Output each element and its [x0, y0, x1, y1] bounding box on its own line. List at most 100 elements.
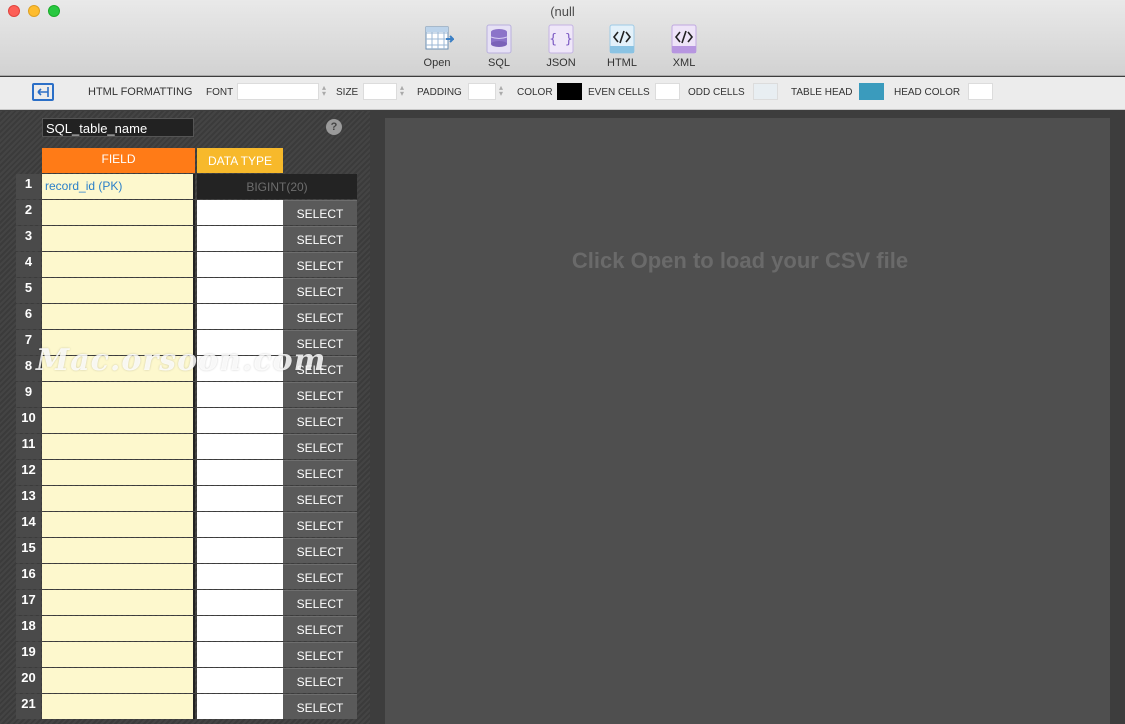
field-name-cell[interactable]	[42, 538, 195, 563]
data-type-cell[interactable]: BIGINT(20)	[197, 174, 357, 199]
toolbar-json-button[interactable]: { } JSON	[536, 24, 586, 69]
font-stepper-icon[interactable]: ▴ ▾	[322, 84, 326, 98]
data-type-cell[interactable]	[197, 460, 283, 485]
field-name-cell[interactable]	[42, 694, 195, 719]
size-label: SIZE	[336, 87, 359, 98]
table-row: 21 SELECT	[0, 694, 370, 720]
select-type-button[interactable]: SELECT	[283, 590, 357, 615]
field-name-cell[interactable]	[42, 330, 195, 355]
select-type-button[interactable]: SELECT	[283, 304, 357, 329]
data-type-cell[interactable]	[197, 408, 283, 433]
field-name-cell[interactable]	[42, 486, 195, 511]
toolbar-html-button[interactable]: HTML	[597, 24, 647, 69]
field-name-cell[interactable]	[42, 512, 195, 537]
select-type-button[interactable]: SELECT	[283, 486, 357, 511]
data-type-cell[interactable]	[197, 512, 283, 537]
table-row: 8 SELECT	[0, 356, 370, 382]
collapse-sidebar-icon[interactable]	[32, 83, 54, 101]
data-type-cell[interactable]	[197, 200, 283, 225]
field-name-cell[interactable]	[42, 434, 195, 459]
data-type-cell[interactable]	[197, 486, 283, 511]
window-title: (null	[550, 4, 575, 19]
select-type-button[interactable]: SELECT	[283, 564, 357, 589]
data-type-cell[interactable]	[197, 538, 283, 563]
field-name-cell[interactable]	[42, 200, 195, 225]
table-row: 20 SELECT	[0, 668, 370, 694]
field-name-cell[interactable]	[42, 278, 195, 303]
toolbar-xml-button[interactable]: XML	[659, 24, 709, 69]
head-color-label: HEAD COLOR	[894, 87, 961, 98]
padding-stepper-icon[interactable]: ▴ ▾	[499, 84, 503, 98]
data-type-cell[interactable]	[197, 304, 283, 329]
select-type-button[interactable]: SELECT	[283, 512, 357, 537]
row-number: 13	[16, 486, 41, 511]
table-head-color-swatch[interactable]	[859, 83, 884, 100]
data-type-cell[interactable]	[197, 616, 283, 641]
odd-cells-color-swatch[interactable]	[753, 83, 778, 100]
data-type-cell[interactable]	[197, 564, 283, 589]
select-type-button[interactable]: SELECT	[283, 356, 357, 381]
html-formatting-title: HTML FORMATTING	[88, 86, 193, 98]
data-type-cell[interactable]	[197, 278, 283, 303]
table-row: 5 SELECT	[0, 278, 370, 304]
select-type-button[interactable]: SELECT	[283, 460, 357, 485]
select-type-button[interactable]: SELECT	[283, 642, 357, 667]
field-name-cell[interactable]	[42, 590, 195, 615]
data-type-cell[interactable]	[197, 434, 283, 459]
table-structure-panel: SQL_table_name ? FIELD DATA TYPE 1 record…	[0, 111, 370, 724]
data-type-cell[interactable]	[197, 382, 283, 407]
field-name-cell[interactable]	[42, 668, 195, 693]
field-name-cell[interactable]	[42, 642, 195, 667]
select-type-button[interactable]: SELECT	[283, 278, 357, 303]
toolbar-sql-button[interactable]: SQL	[474, 24, 524, 69]
data-type-cell[interactable]	[197, 226, 283, 251]
size-field[interactable]	[363, 83, 397, 100]
field-name-cell[interactable]	[42, 226, 195, 251]
field-name-cell[interactable]	[42, 564, 195, 589]
select-type-button[interactable]: SELECT	[283, 382, 357, 407]
toolbar-open-button[interactable]: Open	[412, 24, 462, 69]
field-name-cell[interactable]	[42, 382, 195, 407]
data-type-cell[interactable]	[197, 252, 283, 277]
data-type-cell[interactable]	[197, 330, 283, 355]
select-type-button[interactable]: SELECT	[283, 616, 357, 641]
field-name-cell[interactable]	[42, 252, 195, 277]
data-type-cell[interactable]	[197, 694, 283, 719]
help-icon[interactable]: ?	[326, 119, 342, 135]
select-type-button[interactable]: SELECT	[283, 226, 357, 251]
field-name-cell[interactable]	[42, 408, 195, 433]
table-name-input[interactable]: SQL_table_name	[42, 118, 194, 137]
row-number: 1	[16, 174, 41, 199]
text-color-swatch[interactable]	[557, 83, 582, 100]
table-row: 6 SELECT	[0, 304, 370, 330]
row-number: 12	[16, 460, 41, 485]
head-color-swatch[interactable]	[968, 83, 993, 100]
field-name-cell[interactable]	[42, 616, 195, 641]
data-type-cell[interactable]	[197, 356, 283, 381]
row-number: 9	[16, 382, 41, 407]
table-row: 2 SELECT	[0, 200, 370, 226]
size-stepper-icon[interactable]: ▴ ▾	[400, 84, 404, 98]
data-type-cell[interactable]	[197, 590, 283, 615]
data-type-cell[interactable]	[197, 642, 283, 667]
font-field[interactable]	[237, 83, 319, 100]
field-name-cell[interactable]	[42, 460, 195, 485]
select-type-button[interactable]: SELECT	[283, 668, 357, 693]
data-type-cell[interactable]	[197, 668, 283, 693]
select-type-button[interactable]: SELECT	[283, 694, 357, 719]
select-type-button[interactable]: SELECT	[283, 538, 357, 563]
select-type-button[interactable]: SELECT	[283, 408, 357, 433]
even-cells-color-swatch[interactable]	[655, 83, 680, 100]
select-type-button[interactable]: SELECT	[283, 434, 357, 459]
table-row: 11 SELECT	[0, 434, 370, 460]
padding-field[interactable]	[468, 83, 496, 100]
row-number: 5	[16, 278, 41, 303]
select-type-button[interactable]: SELECT	[283, 252, 357, 277]
table-row: 13 SELECT	[0, 486, 370, 512]
field-name-cell[interactable]: record_id (PK)	[42, 174, 195, 199]
field-name-cell[interactable]	[42, 304, 195, 329]
field-name-cell[interactable]	[42, 356, 195, 381]
select-type-button[interactable]: SELECT	[283, 200, 357, 225]
select-type-button[interactable]: SELECT	[283, 330, 357, 355]
table-row: 19 SELECT	[0, 642, 370, 668]
